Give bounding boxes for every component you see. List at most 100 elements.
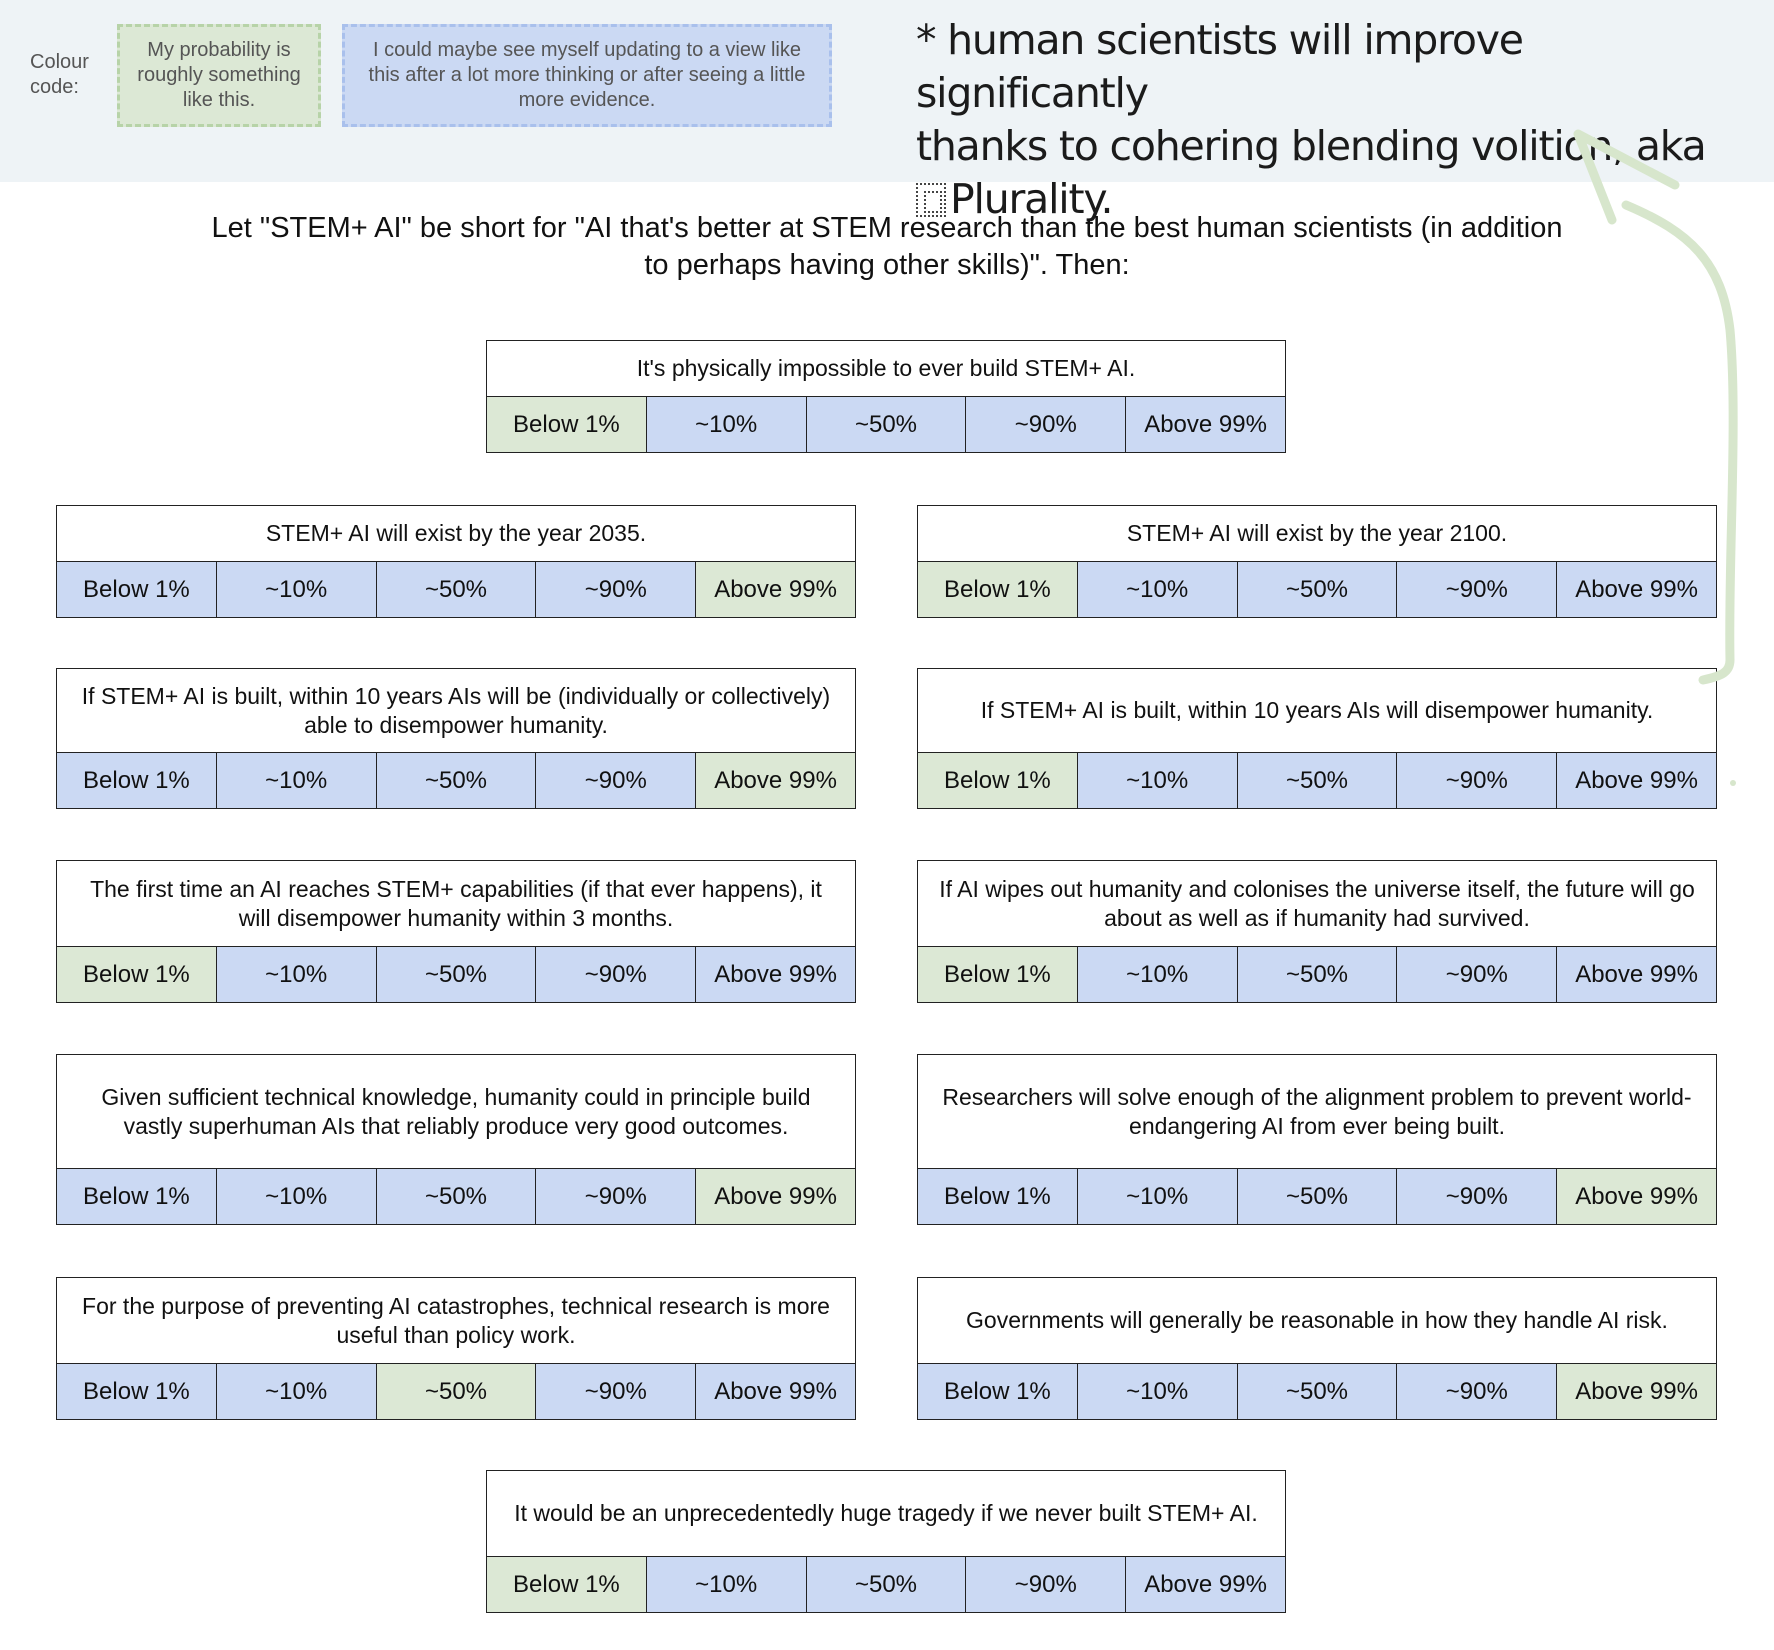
probability-option[interactable]: Below 1%	[57, 753, 217, 808]
question-card: For the purpose of preventing AI catastr…	[56, 1277, 856, 1420]
probability-option[interactable]: ~10%	[216, 1169, 377, 1224]
probability-option[interactable]: Below 1%	[918, 1169, 1078, 1224]
probability-option[interactable]: Above 99%	[1557, 562, 1716, 617]
probability-option[interactable]: Below 1%	[487, 1557, 647, 1612]
question-text: STEM+ AI will exist by the year 2100.	[918, 506, 1716, 562]
probability-option[interactable]: ~10%	[1077, 1364, 1238, 1419]
probability-option[interactable]: ~50%	[1237, 1364, 1398, 1419]
probability-option[interactable]: ~90%	[1397, 1364, 1558, 1419]
probability-option[interactable]: ~50%	[376, 1364, 537, 1419]
probability-option[interactable]: ~50%	[376, 1169, 537, 1224]
colour-code-label: Colour code:	[30, 51, 89, 98]
probability-option[interactable]: ~50%	[1237, 562, 1398, 617]
probability-option[interactable]: Above 99%	[696, 753, 855, 808]
question-text: For the purpose of preventing AI catastr…	[57, 1278, 855, 1364]
probability-option[interactable]: ~10%	[646, 1557, 807, 1612]
question-text: If STEM+ AI is built, within 10 years AI…	[57, 669, 855, 753]
question-text: STEM+ AI will exist by the year 2035.	[57, 506, 855, 562]
question-text: It would be an unprecedentedly huge trag…	[487, 1471, 1285, 1557]
question-card: STEM+ AI will exist by the year 2100. Bel…	[917, 505, 1717, 618]
probability-option[interactable]: ~50%	[376, 947, 537, 1002]
probability-option[interactable]: ~90%	[966, 397, 1127, 452]
probability-option[interactable]: Above 99%	[696, 1169, 855, 1224]
probability-option[interactable]: ~50%	[806, 1557, 967, 1612]
probability-option[interactable]: Below 1%	[918, 947, 1078, 1002]
probability-option[interactable]: ~90%	[966, 1557, 1127, 1612]
probability-option[interactable]: ~50%	[806, 397, 967, 452]
probability-option[interactable]: ~90%	[536, 947, 697, 1002]
question-card: STEM+ AI will exist by the year 2035. Bel…	[56, 505, 856, 618]
question-card: If STEM+ AI is built, within 10 years AI…	[917, 668, 1717, 809]
probability-options: Below 1% ~10% ~50% ~90% Above 99%	[918, 753, 1716, 808]
probability-option[interactable]: ~90%	[1397, 753, 1558, 808]
probability-option[interactable]: ~10%	[216, 947, 377, 1002]
question-card: If STEM+ AI is built, within 10 years AI…	[56, 668, 856, 809]
probability-option[interactable]: Below 1%	[918, 1364, 1078, 1419]
probability-options: Below 1% ~10% ~50% ~90% Above 99%	[57, 1169, 855, 1224]
probability-options: Below 1% ~10% ~50% ~90% Above 99%	[918, 562, 1716, 617]
probability-option[interactable]: ~90%	[536, 753, 697, 808]
probability-option[interactable]: Above 99%	[1126, 397, 1285, 452]
probability-option[interactable]: Above 99%	[1557, 1364, 1716, 1419]
probability-options: Below 1% ~10% ~50% ~90% Above 99%	[57, 562, 855, 617]
question-text: Governments will generally be reasonable…	[918, 1278, 1716, 1364]
arrow-dot	[1730, 780, 1736, 786]
legend-blue-box: I could maybe see myself updating to a v…	[342, 24, 832, 127]
probability-option[interactable]: ~10%	[1077, 753, 1238, 808]
probability-option[interactable]: Above 99%	[1557, 1169, 1716, 1224]
probability-option[interactable]: Below 1%	[487, 397, 647, 452]
probability-option[interactable]: Below 1%	[57, 947, 217, 1002]
probability-option[interactable]: ~10%	[216, 1364, 377, 1419]
probability-option[interactable]: ~10%	[216, 562, 377, 617]
probability-option[interactable]: Above 99%	[1126, 1557, 1285, 1612]
probability-option[interactable]: ~50%	[376, 753, 537, 808]
probability-option[interactable]: Below 1%	[918, 562, 1078, 617]
probability-option[interactable]: ~90%	[1397, 947, 1558, 1002]
question-card: If AI wipes out humanity and colonises t…	[917, 860, 1717, 1003]
question-text: If AI wipes out humanity and colonises t…	[918, 861, 1716, 947]
annotation-line-2: thanks to cohering blending volition, ak…	[916, 122, 1707, 170]
probability-option[interactable]: ~50%	[1237, 753, 1398, 808]
question-card: The first time an AI reaches STEM+ capab…	[56, 860, 856, 1003]
question-text: Researchers will solve enough of the ali…	[918, 1055, 1716, 1169]
question-card: It would be an unprecedentedly huge trag…	[486, 1470, 1286, 1613]
probability-option[interactable]: ~10%	[1077, 562, 1238, 617]
probability-option[interactable]: ~90%	[1397, 1169, 1558, 1224]
probability-option[interactable]: ~10%	[216, 753, 377, 808]
annotation-note: * human scientists will improve signific…	[916, 14, 1746, 226]
probability-options: Below 1% ~10% ~50% ~90% Above 99%	[487, 397, 1285, 452]
question-text: Given sufficient technical knowledge, hu…	[57, 1055, 855, 1169]
probability-option[interactable]: Above 99%	[696, 1364, 855, 1419]
probability-options: Below 1% ~10% ~50% ~90% Above 99%	[918, 1169, 1716, 1224]
probability-option[interactable]: Below 1%	[57, 1364, 217, 1419]
probability-option[interactable]: ~10%	[1077, 947, 1238, 1002]
probability-option[interactable]: Above 99%	[696, 947, 855, 1002]
legend-green-box: My probability is roughly something like…	[117, 24, 321, 127]
probability-option[interactable]: Above 99%	[1557, 753, 1716, 808]
annotation-line-1: * human scientists will improve signific…	[916, 16, 1524, 117]
probability-options: Below 1% ~10% ~50% ~90% Above 99%	[918, 1364, 1716, 1419]
probability-option[interactable]: Below 1%	[57, 562, 217, 617]
probability-option[interactable]: Below 1%	[918, 753, 1078, 808]
question-card: Governments will generally be reasonable…	[917, 1277, 1717, 1420]
probability-option[interactable]: ~90%	[536, 1169, 697, 1224]
question-text: The first time an AI reaches STEM+ capab…	[57, 861, 855, 947]
probability-option[interactable]: ~50%	[376, 562, 537, 617]
probability-options: Below 1% ~10% ~50% ~90% Above 99%	[57, 753, 855, 808]
probability-option[interactable]: Below 1%	[57, 1169, 217, 1224]
question-text: If STEM+ AI is built, within 10 years AI…	[918, 669, 1716, 753]
probability-option[interactable]: ~50%	[1237, 1169, 1398, 1224]
probability-option[interactable]: ~90%	[536, 1364, 697, 1419]
probability-options: Below 1% ~10% ~50% ~90% Above 99%	[57, 947, 855, 1002]
probability-option[interactable]: ~10%	[1077, 1169, 1238, 1224]
probability-options: Below 1% ~10% ~50% ~90% Above 99%	[57, 1364, 855, 1419]
probability-option[interactable]: ~50%	[1237, 947, 1398, 1002]
question-text: It's physically impossible to ever build…	[487, 341, 1285, 397]
probability-option[interactable]: ~90%	[536, 562, 697, 617]
probability-option[interactable]: Above 99%	[1557, 947, 1716, 1002]
probability-option[interactable]: ~10%	[646, 397, 807, 452]
probability-option[interactable]: Above 99%	[696, 562, 855, 617]
question-card: It's physically impossible to ever build…	[486, 340, 1286, 453]
probability-option[interactable]: ~90%	[1397, 562, 1558, 617]
intro-text: Let "STEM+ AI" be short for "AI that's b…	[211, 212, 1563, 281]
